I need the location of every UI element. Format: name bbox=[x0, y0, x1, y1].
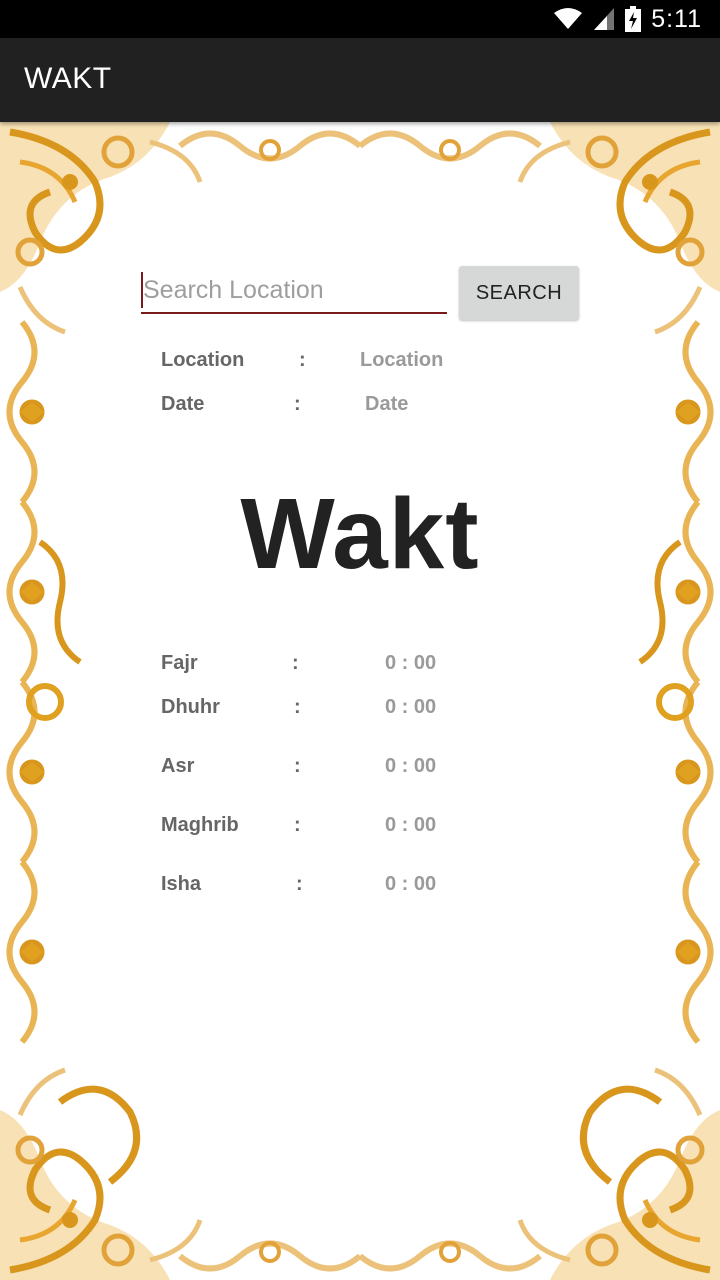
date-separator: : bbox=[294, 393, 301, 415]
prayer-separator: : bbox=[296, 873, 303, 895]
prayer-separator: : bbox=[292, 652, 299, 674]
app-title: WAKT bbox=[24, 62, 112, 95]
wifi-icon bbox=[554, 8, 583, 29]
status-bar: 5:11 bbox=[0, 0, 720, 38]
app-bar: WAKT bbox=[0, 38, 720, 122]
status-time: 5:11 bbox=[651, 4, 702, 33]
prayer-time-maghrib: 0 : 00 bbox=[385, 814, 437, 836]
prayer-separator: : bbox=[294, 696, 301, 718]
prayer-name-fajr: Fajr bbox=[161, 652, 198, 674]
location-label: Location bbox=[161, 349, 245, 371]
search-location-input[interactable] bbox=[141, 268, 447, 314]
location-value: Location bbox=[360, 349, 444, 371]
search-button[interactable]: SEARCH bbox=[459, 266, 579, 320]
prayer-time-asr: 0 : 00 bbox=[385, 755, 437, 777]
prayer-time-dhuhr: 0 : 00 bbox=[385, 696, 437, 718]
date-label: Date bbox=[161, 393, 205, 415]
prayer-name-isha: Isha bbox=[161, 873, 202, 895]
status-icons: 5:11 bbox=[553, 0, 702, 38]
prayer-name-maghrib: Maghrib bbox=[161, 814, 239, 836]
main-content: SEARCH Location : Location Date : Date W… bbox=[0, 122, 720, 1280]
battery-charging-icon bbox=[625, 6, 642, 32]
prayer-time-isha: 0 : 00 bbox=[385, 873, 437, 895]
prayer-separator: : bbox=[294, 814, 301, 836]
brand-title: Wakt bbox=[240, 478, 480, 590]
location-separator: : bbox=[299, 349, 306, 371]
prayer-name-asr: Asr bbox=[161, 755, 195, 777]
prayer-name-dhuhr: Dhuhr bbox=[161, 696, 220, 718]
signal-icon bbox=[594, 8, 615, 30]
prayer-time-fajr: 0 : 00 bbox=[385, 652, 437, 674]
prayer-separator: : bbox=[294, 755, 301, 777]
date-value: Date bbox=[365, 393, 409, 415]
text-cursor bbox=[141, 272, 143, 308]
